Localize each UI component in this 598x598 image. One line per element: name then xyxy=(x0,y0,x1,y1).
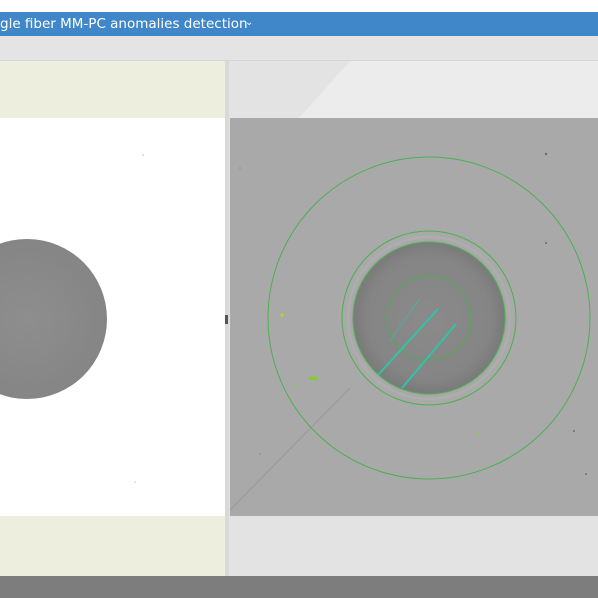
defect-spot xyxy=(477,433,479,435)
defect-spot xyxy=(294,385,296,387)
title-bar[interactable]: gle fiber MM-PC anomalies detection ⌄ xyxy=(0,12,598,36)
right-fiber-analysis-image[interactable] xyxy=(230,118,598,516)
status-bar xyxy=(0,576,598,598)
window-title: gle fiber MM-PC anomalies detection xyxy=(0,16,248,32)
speck xyxy=(573,430,575,432)
speck xyxy=(585,473,587,475)
splitter-grip-icon[interactable] xyxy=(225,315,228,324)
diagonal-highlight xyxy=(299,61,598,118)
speck xyxy=(134,481,136,483)
speck xyxy=(259,453,261,455)
toolbar xyxy=(0,36,598,61)
speck xyxy=(239,167,241,169)
analysis-svg xyxy=(230,118,598,516)
defect-spot xyxy=(280,313,284,317)
left-fiber-image[interactable] xyxy=(0,118,225,516)
speck xyxy=(545,242,547,244)
speck xyxy=(142,154,144,156)
top-strip xyxy=(0,0,598,12)
right-header-svg xyxy=(299,61,598,118)
left-fiber-svg xyxy=(0,154,144,483)
fiber-core-shadow xyxy=(0,239,107,399)
speck xyxy=(544,152,548,156)
defect-spot xyxy=(309,377,317,380)
chevron-down-icon[interactable]: ⌄ xyxy=(245,15,253,31)
